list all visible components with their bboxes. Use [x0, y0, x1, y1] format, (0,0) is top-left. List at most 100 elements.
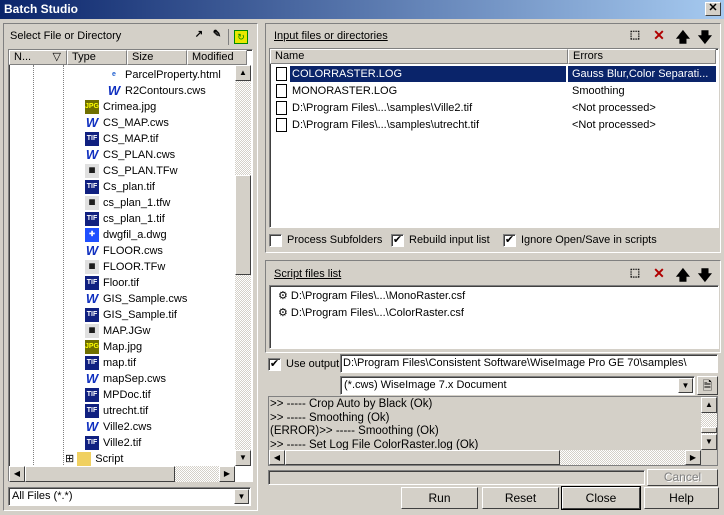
- tree-item-label: GIS_Sample.cws: [103, 293, 188, 305]
- add-script-icon[interactable]: ⬚: [626, 266, 644, 279]
- tif-file-icon: TIF: [85, 356, 99, 371]
- add-input-icon[interactable]: ⬚: [626, 28, 644, 41]
- tree-folder[interactable]: ⊞ Script: [65, 451, 123, 466]
- go-up-icon[interactable]: ↗: [190, 29, 208, 40]
- delete-input-icon[interactable]: ✕: [650, 27, 668, 44]
- tree-item[interactable]: W R2Contours.cws: [107, 83, 206, 99]
- tree-item[interactable]: TIF Floor.tif: [85, 275, 139, 291]
- tree-item[interactable]: WmapSep.cws: [85, 371, 166, 387]
- tree-item[interactable]: W CS_PLAN.cws: [85, 147, 175, 163]
- tree-item[interactable]: ✚ dwgfil_a.dwg: [85, 227, 167, 243]
- tree-item[interactable]: e ParcelProperty.html: [107, 67, 221, 83]
- help-button[interactable]: Help: [644, 487, 719, 509]
- use-output-checkbox[interactable]: ✔ Use output: [268, 357, 339, 371]
- output-path-input[interactable]: D:\Program Files\Consistent Software\Wis…: [340, 354, 718, 373]
- tree-item[interactable]: TIF cs_plan_1.tif: [85, 211, 165, 227]
- tree-item[interactable]: TIF GIS_Sample.tif: [85, 307, 177, 323]
- scroll-left-button[interactable]: ◀: [269, 450, 285, 465]
- file-name: COLORRASTER.LOG: [290, 66, 566, 82]
- progress-bar: [268, 470, 645, 485]
- column-modified[interactable]: Modified: [187, 50, 247, 65]
- tree-item[interactable]: ▦ MAP.JGw: [85, 323, 150, 339]
- tree-item[interactable]: ▦ cs_plan_1.tfw: [85, 195, 170, 211]
- file-name: D:\Program Files\...\samples\Ville2.tif: [292, 102, 473, 114]
- tree-item-label: map.tif: [103, 357, 137, 369]
- column-name[interactable]: Name: [270, 49, 568, 64]
- jpg-file-icon: JPG: [85, 340, 99, 355]
- tree-item-label: FLOOR.TFw: [103, 261, 166, 273]
- file-filter-value: All Files (*.*): [12, 490, 73, 502]
- tree-item-label: CS_PLAN.TFw: [103, 165, 178, 177]
- table-row[interactable]: COLORRASTER.LOG Gauss Blur,Color Separati…: [270, 66, 716, 82]
- jpg-file-icon: JPG: [85, 100, 99, 115]
- tree-item-label: mapSep.cws: [103, 373, 166, 385]
- tree-item[interactable]: TIF MPDoc.tif: [85, 387, 151, 403]
- ignore-open-save-checkbox[interactable]: ✔ Ignore Open/Save in scripts: [503, 233, 657, 247]
- tree-item[interactable]: JPG Map.jpg: [85, 339, 142, 355]
- log-area: >> ----- Crop Auto by Black (Ok) >> -----…: [268, 396, 718, 466]
- run-button[interactable]: Run: [401, 487, 478, 509]
- column-errors[interactable]: Errors: [568, 49, 716, 64]
- scroll-up-button[interactable]: ▲: [701, 397, 717, 413]
- new-folder-icon[interactable]: ✎: [208, 29, 226, 40]
- file-filter-select[interactable]: All Files (*.*) ▼: [8, 487, 251, 506]
- tree-item[interactable]: TIF CS_MAP.tif: [85, 131, 158, 147]
- reset-button[interactable]: Reset: [482, 487, 559, 509]
- list-item[interactable]: ⚙ D:\Program Files\...\MonoRaster.csf: [278, 288, 465, 304]
- scroll-right-button[interactable]: ▶: [685, 450, 701, 465]
- file-tree: N... ▽ Type Size Modified e ParcelProperty…: [8, 49, 253, 482]
- dwg-file-icon: ✚: [85, 228, 99, 243]
- tree-item[interactable]: W Ville2.cws: [85, 419, 152, 435]
- tif-file-icon: TIF: [85, 212, 99, 227]
- delete-script-icon[interactable]: ✕: [650, 265, 668, 282]
- scroll-left-button[interactable]: ◀: [9, 466, 25, 482]
- tree-vertical-scrollbar[interactable]: ▲ ▼: [235, 65, 251, 466]
- hscroll-thumb[interactable]: [285, 450, 560, 465]
- chevron-down-icon[interactable]: ▼: [234, 489, 249, 504]
- tree-item[interactable]: TIF map.tif: [85, 355, 136, 371]
- tfw-file-icon: ▦: [85, 260, 99, 275]
- scroll-thumb[interactable]: [235, 175, 251, 275]
- column-type[interactable]: Type: [67, 50, 127, 65]
- refresh-icon[interactable]: ↻: [234, 30, 248, 44]
- table-row[interactable]: D:\Program Files\...\samples\utrecht.tif…: [270, 117, 716, 133]
- format-properties-icon[interactable]: 🗎: [697, 376, 718, 395]
- process-subfolders-checkbox[interactable]: Process Subfolders: [269, 233, 382, 247]
- tree-item[interactable]: W FLOOR.cws: [85, 243, 163, 259]
- tree-item-label: dwgfil_a.dwg: [103, 229, 167, 241]
- tree-item[interactable]: W CS_MAP.cws: [85, 115, 169, 131]
- table-row[interactable]: MONORASTER.LOG Smoothing: [270, 83, 716, 99]
- scroll-down-button[interactable]: ▼: [235, 450, 251, 466]
- scroll-up-button[interactable]: ▲: [235, 65, 251, 81]
- log-horizontal-scrollbar[interactable]: ◀ ▶: [269, 450, 701, 465]
- rebuild-input-checkbox[interactable]: ✔ Rebuild input list: [391, 233, 490, 247]
- errors-cell: Smoothing: [572, 85, 625, 97]
- chevron-down-icon[interactable]: ▼: [678, 378, 693, 393]
- tree-item[interactable]: ▦ FLOOR.TFw: [85, 259, 165, 275]
- column-name[interactable]: N... ▽: [9, 50, 67, 65]
- tree-item[interactable]: W GIS_Sample.cws: [85, 291, 187, 307]
- close-button[interactable]: Close: [561, 486, 641, 510]
- cancel-button[interactable]: Cancel: [647, 469, 718, 486]
- output-format-select[interactable]: (*.cws) WiseImage 7.x Document ▼: [340, 376, 695, 395]
- tree-item[interactable]: TIF Cs_plan.tif: [85, 179, 155, 195]
- column-size[interactable]: Size: [127, 50, 187, 65]
- tree-item[interactable]: TIF Ville2.tif: [85, 435, 141, 451]
- scroll-thumb[interactable]: [701, 427, 717, 433]
- tree-item[interactable]: TIF utrecht.tif: [85, 403, 148, 419]
- tree-item[interactable]: ▦ CS_PLAN.TFw: [85, 163, 178, 179]
- scroll-right-button[interactable]: ▶: [219, 466, 235, 482]
- hscroll-thumb[interactable]: [25, 466, 175, 482]
- list-item[interactable]: ⚙ D:\Program Files\...\ColorRaster.csf: [278, 305, 464, 321]
- tif-file-icon: TIF: [85, 180, 99, 195]
- scroll-down-button[interactable]: ▼: [701, 434, 717, 450]
- expand-icon[interactable]: ⊞: [65, 453, 77, 465]
- tree-item[interactable]: JPG Crimea.jpg: [85, 99, 156, 115]
- close-window-button[interactable]: ✕: [705, 2, 721, 16]
- cws-file-icon: W: [107, 83, 121, 99]
- log-vertical-scrollbar[interactable]: ▲ ▼: [701, 397, 717, 450]
- document-icon: [276, 67, 287, 81]
- table-row[interactable]: D:\Program Files\...\samples\Ville2.tif <…: [270, 100, 716, 116]
- tree-horizontal-scrollbar[interactable]: ◀ ▶: [9, 466, 235, 482]
- tree-item-label: cs_plan_1.tfw: [103, 197, 171, 209]
